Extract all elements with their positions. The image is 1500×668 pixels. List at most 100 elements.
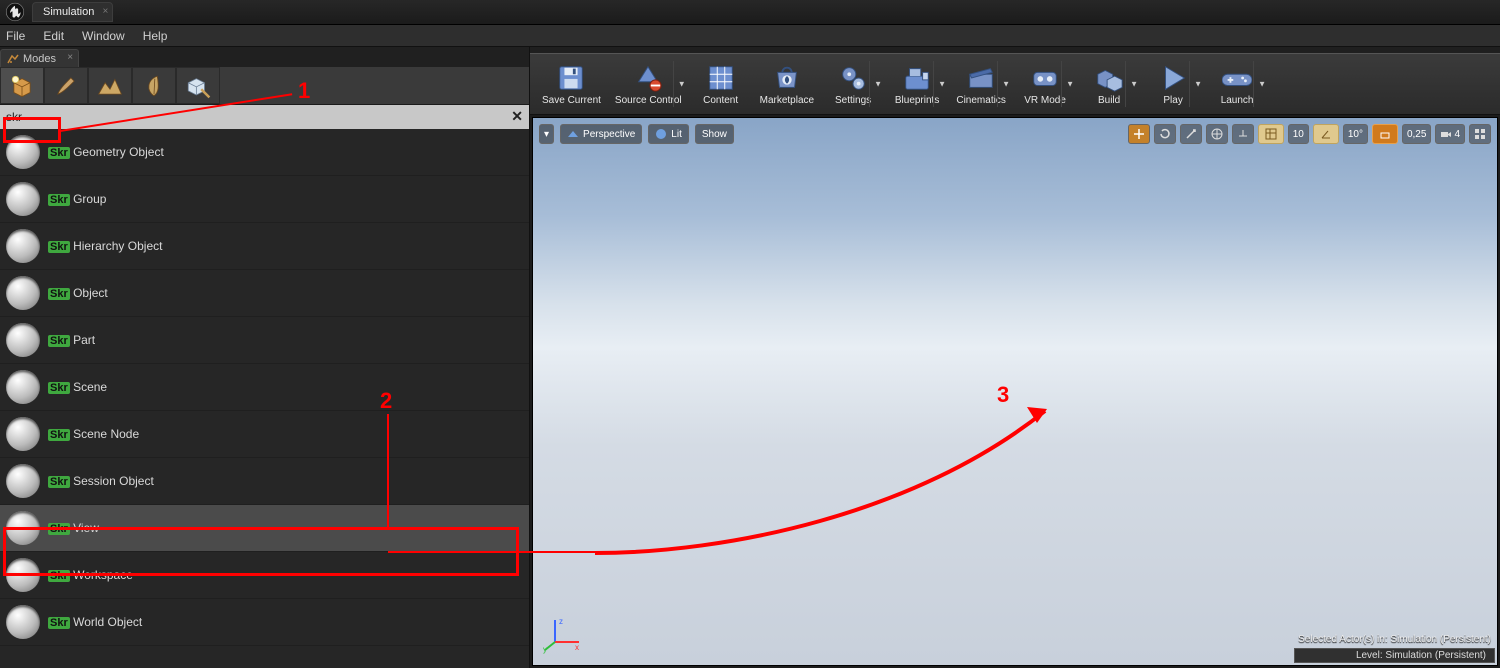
status-selected-actors: Selected Actor(s) in: Simulation (Persis… (1294, 633, 1495, 646)
result-view[interactable]: Skr View (0, 505, 529, 552)
menu-window[interactable]: Window (82, 29, 125, 43)
chevron-down-icon[interactable]: ▼ (1258, 80, 1266, 89)
svg-text:x: x (575, 643, 579, 652)
actor-thumb-icon (6, 511, 40, 545)
quad-icon (1474, 128, 1486, 140)
panel-tab-modes[interactable]: Modes × (0, 49, 79, 67)
close-icon[interactable]: × (67, 52, 73, 63)
status-current-level[interactable]: Level: Simulation (Persistent) (1294, 648, 1495, 663)
transform-scale-button[interactable] (1180, 124, 1202, 144)
mode-geometry-button[interactable] (176, 67, 220, 104)
result-part[interactable]: Skr Part (0, 317, 529, 364)
scale-icon (1185, 128, 1197, 140)
viewport-maximize-button[interactable] (1469, 124, 1491, 144)
menu-file[interactable]: File (6, 29, 25, 43)
view-lit-button[interactable]: Lit (648, 124, 689, 144)
mode-place-button[interactable] (0, 67, 44, 104)
menu-bar: File Edit Window Help (0, 25, 1500, 47)
coord-space-button[interactable] (1206, 124, 1228, 144)
source-control-button[interactable]: Source Control▼ (609, 55, 688, 113)
chevron-down-icon[interactable]: ▼ (1130, 80, 1138, 89)
camera-speed-button[interactable]: 4 (1435, 124, 1465, 144)
grid-snap-value[interactable]: 10 (1288, 124, 1309, 144)
actor-thumb-icon (6, 182, 40, 216)
blueprint-icon (902, 63, 932, 93)
menu-edit[interactable]: Edit (43, 29, 64, 43)
grid-icon (1265, 128, 1277, 140)
scale-snap-icon (1379, 128, 1391, 140)
view-perspective-button[interactable]: Perspective (560, 124, 642, 144)
result-hierarchy-object[interactable]: Skr Hierarchy Object (0, 223, 529, 270)
geometry-edit-icon (185, 73, 211, 99)
clapper-icon (966, 63, 996, 93)
search-results[interactable]: Skr Geometry Object Skr Group Skr Hierar… (0, 129, 529, 668)
clear-search-icon[interactable]: ✕ (511, 108, 523, 125)
angle-icon (1320, 128, 1332, 140)
grid-snap-toggle[interactable] (1258, 124, 1284, 144)
save-current-button[interactable]: Save Current (536, 55, 607, 113)
level-tab-label: Simulation (43, 6, 94, 18)
right-area: Save Current Source Control▼ Content Mar… (530, 47, 1500, 668)
result-scene[interactable]: Skr Scene (0, 364, 529, 411)
source-control-icon (633, 63, 663, 93)
mode-landscape-button[interactable] (88, 67, 132, 104)
scale-snap-value[interactable]: 0,25 (1402, 124, 1431, 144)
chevron-down-icon: ▾ (544, 129, 549, 140)
view-show-button[interactable]: Show (695, 124, 734, 144)
snap-surface-icon (1237, 128, 1249, 140)
vrmode-button[interactable]: VR Mode▼ (1014, 55, 1076, 113)
transform-move-button[interactable] (1128, 124, 1150, 144)
cinematics-button[interactable]: Cinematics▼ (950, 55, 1012, 113)
floppy-icon (556, 63, 586, 93)
annotation-label-1: 1 (298, 78, 310, 104)
close-icon[interactable]: × (103, 6, 109, 17)
play-button[interactable]: Play▼ (1142, 55, 1204, 113)
panel-tab-row: Modes × (0, 47, 529, 67)
viewport[interactable]: ▾ Perspective Lit Show (532, 117, 1498, 666)
surface-snap-button[interactable] (1232, 124, 1254, 144)
viewport-options-button[interactable]: ▾ (539, 124, 554, 144)
result-workspace[interactable]: Skr Workspace (0, 552, 529, 599)
vr-headset-icon (1030, 63, 1060, 93)
level-tab[interactable]: Simulation × (32, 2, 113, 22)
cube-light-icon (9, 73, 35, 99)
result-object[interactable]: Skr Object (0, 270, 529, 317)
rotation-snap-toggle[interactable] (1313, 124, 1339, 144)
settings-button[interactable]: Settings▼ (822, 55, 884, 113)
result-geometry-object[interactable]: Skr Geometry Object (0, 129, 529, 176)
content-button[interactable]: Content (690, 55, 752, 113)
result-scene-node[interactable]: Skr Scene Node (0, 411, 529, 458)
main-toolbar: Save Current Source Control▼ Content Mar… (530, 53, 1500, 115)
axis-gizmo: z x y (545, 616, 581, 655)
chevron-down-icon[interactable]: ▼ (1002, 80, 1010, 89)
result-group[interactable]: Skr Group (0, 176, 529, 223)
marketplace-icon (772, 63, 802, 93)
chevron-down-icon[interactable]: ▼ (874, 80, 882, 89)
chevron-down-icon[interactable]: ▼ (1194, 80, 1202, 89)
marketplace-button[interactable]: Marketplace (754, 55, 820, 113)
leaf-icon (141, 73, 167, 99)
menu-help[interactable]: Help (143, 29, 168, 43)
chevron-down-icon[interactable]: ▼ (1066, 80, 1074, 89)
result-world-object[interactable]: Skr World Object (0, 599, 529, 646)
unreal-logo-icon (4, 1, 26, 23)
blueprints-button[interactable]: Blueprints▼ (886, 55, 948, 113)
move-icon (1133, 128, 1145, 140)
actor-thumb-icon (6, 370, 40, 404)
mode-paint-button[interactable] (44, 67, 88, 104)
chevron-down-icon[interactable]: ▼ (678, 80, 686, 89)
camera-icon (1440, 128, 1452, 140)
chevron-down-icon[interactable]: ▼ (938, 80, 946, 89)
grid-icon (706, 63, 736, 93)
build-button[interactable]: Build▼ (1078, 55, 1140, 113)
result-session-object[interactable]: Skr Session Object (0, 458, 529, 505)
rotation-snap-value[interactable]: 10° (1343, 124, 1368, 144)
viewport-toolbar-right: 10 10° 0,25 4 (1128, 124, 1491, 144)
scale-snap-toggle[interactable] (1372, 124, 1398, 144)
transform-rotate-button[interactable] (1154, 124, 1176, 144)
launch-button[interactable]: Launch▼ (1206, 55, 1268, 113)
search-input[interactable] (0, 105, 529, 129)
mode-foliage-button[interactable] (132, 67, 176, 104)
annotation-line-2h (388, 551, 600, 553)
cubes-icon (1094, 63, 1124, 93)
